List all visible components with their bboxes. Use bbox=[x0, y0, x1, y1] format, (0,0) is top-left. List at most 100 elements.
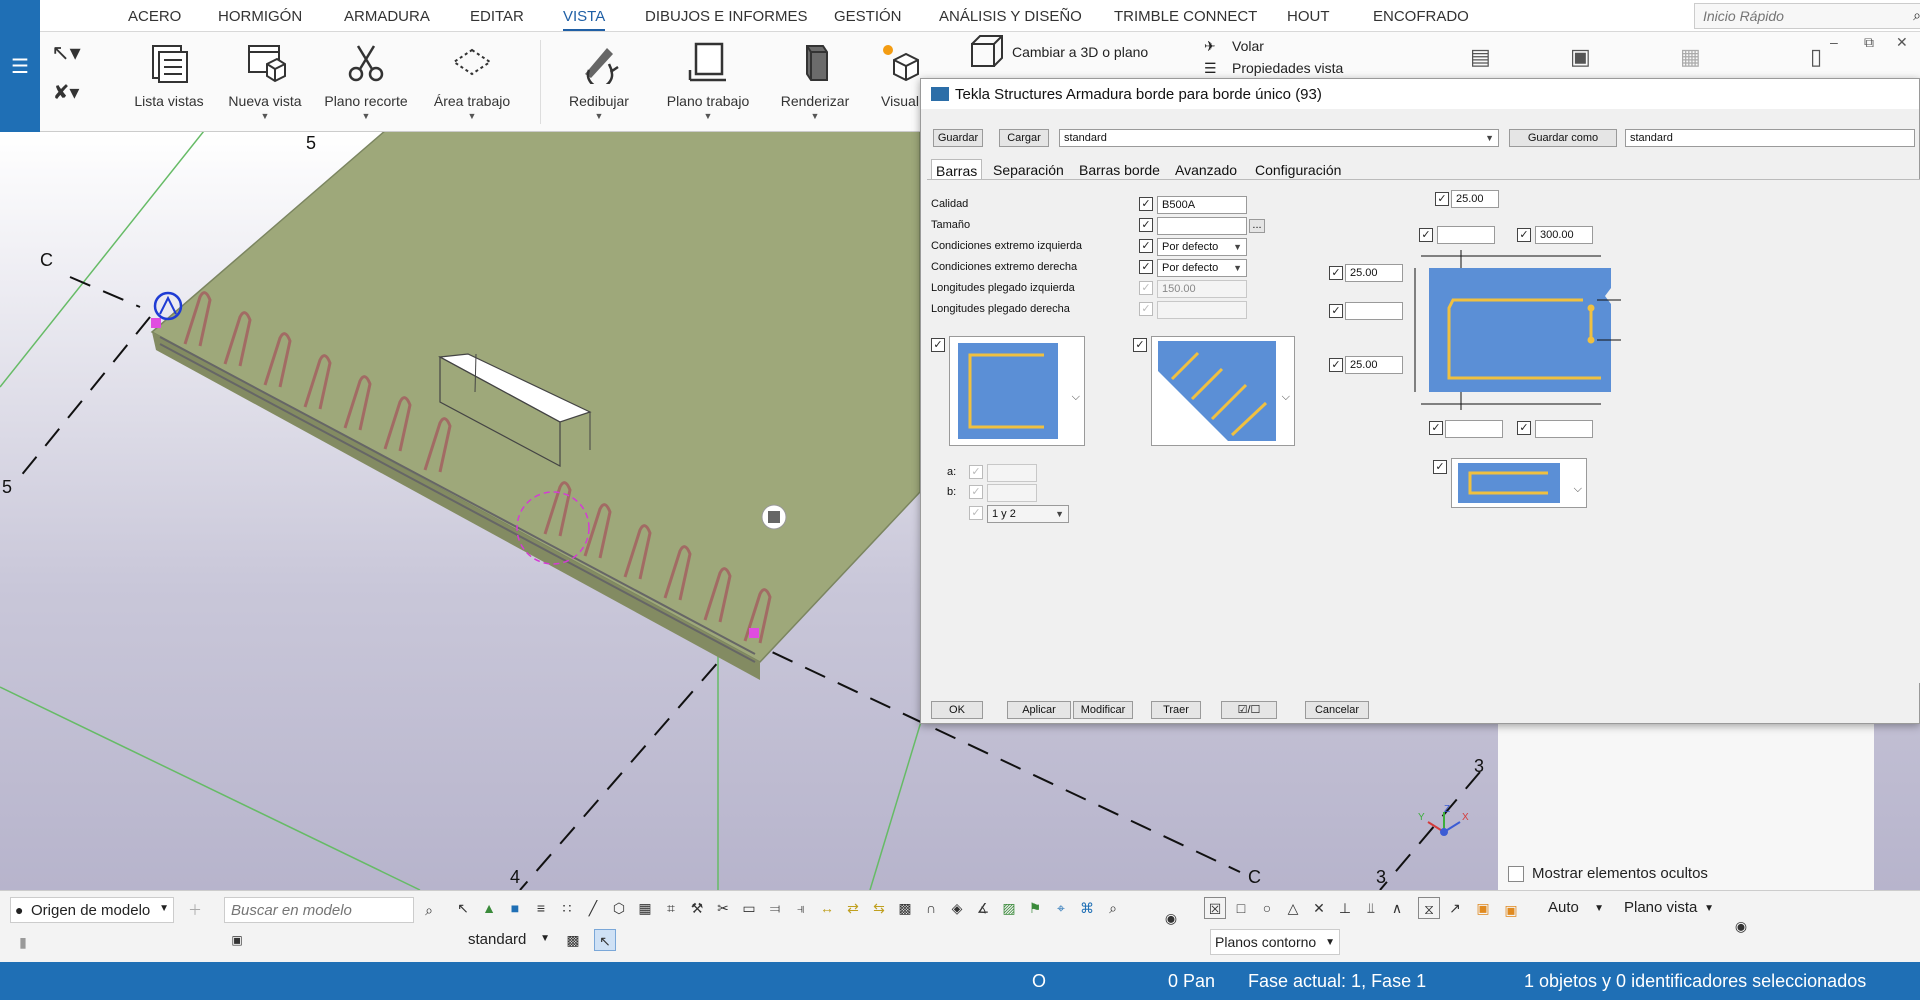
view-properties-button[interactable]: ☰ Propiedades vista bbox=[1204, 60, 1354, 76]
menu-hout[interactable]: HOUT bbox=[1287, 8, 1330, 25]
restore-icon[interactable]: ⧉ bbox=[1864, 34, 1874, 51]
snap-square-icon[interactable]: □ bbox=[1230, 897, 1252, 919]
menu-armadura[interactable]: ARMADURA bbox=[344, 8, 430, 25]
rebar-handle[interactable] bbox=[749, 628, 759, 638]
menu-gestion[interactable]: GESTIÓN bbox=[834, 8, 902, 25]
left-bend-checkbox[interactable]: ✓ bbox=[1139, 281, 1153, 295]
work-area-button[interactable]: Área trabajo ▼ bbox=[424, 40, 520, 121]
menu-encofrado[interactable]: ENCOFRADO bbox=[1373, 8, 1469, 25]
eye-icon[interactable]: ◉ bbox=[1730, 915, 1752, 937]
quick-launch-input[interactable] bbox=[1695, 4, 1895, 28]
dim-lt-input[interactable]: 25.00 bbox=[1345, 264, 1403, 282]
stair-icon[interactable]: ⫣ bbox=[790, 897, 812, 919]
list-views-button[interactable]: Lista vistas bbox=[126, 40, 212, 109]
menu-analisis-diseno[interactable]: ANÁLISIS Y DISEÑO bbox=[939, 8, 1082, 25]
search-icon[interactable]: ⌕ bbox=[1913, 7, 1920, 24]
zoom-icon[interactable]: ⌕ bbox=[1102, 897, 1124, 919]
layers-icon[interactable]: ▦ bbox=[1680, 44, 1701, 70]
link-icon[interactable]: ↔ bbox=[816, 897, 838, 919]
snap-angle-icon[interactable]: ∧ bbox=[1386, 897, 1408, 919]
rebar-handle[interactable] bbox=[151, 318, 161, 328]
dim-lm-checkbox[interactable]: ✓ bbox=[1329, 304, 1343, 318]
right-bend-checkbox[interactable]: ✓ bbox=[1139, 302, 1153, 316]
get-button[interactable]: Traer bbox=[1151, 701, 1201, 719]
shape-left-checkbox[interactable]: ✓ bbox=[931, 338, 945, 352]
size-checkbox[interactable]: ✓ bbox=[1139, 218, 1153, 232]
view-settings-icon[interactable]: ▣ bbox=[1570, 44, 1591, 70]
ok-button[interactable]: OK bbox=[931, 701, 983, 719]
zoom-selected-icon[interactable]: ▣ bbox=[226, 929, 248, 951]
tab-configuracion[interactable]: Configuración bbox=[1251, 159, 1345, 181]
quality-checkbox[interactable]: ✓ bbox=[1139, 197, 1153, 211]
marker-icon[interactable]: ⚑ bbox=[1024, 897, 1046, 919]
dim-lb-checkbox[interactable]: ✓ bbox=[1329, 358, 1343, 372]
ab-mode-select[interactable]: 1 y 2 ▼ bbox=[987, 505, 1069, 523]
render-button[interactable]: Renderizar ▼ bbox=[772, 40, 858, 121]
panel-toggle-icon[interactable]: ▮ bbox=[12, 931, 34, 953]
dim-width-input[interactable]: 300.00 bbox=[1535, 226, 1593, 244]
snap-cross-icon[interactable]: ☒ bbox=[1204, 897, 1226, 919]
show-hidden-checkbox[interactable] bbox=[1508, 866, 1524, 882]
size-browse-button[interactable]: ... bbox=[1249, 219, 1265, 233]
left-end-select[interactable]: Por defecto ▼ bbox=[1157, 238, 1247, 256]
frame-icon[interactable]: ▭ bbox=[738, 897, 760, 919]
menu-dibujos-informes[interactable]: DIBUJOS E INFORMES bbox=[645, 8, 808, 25]
dim-top-input[interactable]: 25.00 bbox=[1451, 190, 1499, 208]
menu-trimble-connect[interactable]: TRIMBLE CONNECT bbox=[1114, 8, 1257, 25]
save-button[interactable]: Guardar bbox=[933, 129, 983, 147]
dots-icon[interactable]: ∷ bbox=[556, 897, 578, 919]
pointer-icon[interactable]: ↖ bbox=[452, 897, 474, 919]
filter-select[interactable]: standard ▼ bbox=[464, 929, 550, 951]
menu-vista[interactable]: VISTA bbox=[563, 8, 606, 31]
menu-acero[interactable]: ACERO bbox=[128, 8, 181, 25]
snap-grid-icon[interactable]: ⌖ bbox=[1050, 897, 1072, 919]
right-end-checkbox[interactable]: ✓ bbox=[1139, 260, 1153, 274]
snap-circle-icon[interactable]: ○ bbox=[1256, 897, 1278, 919]
b-input[interactable] bbox=[987, 484, 1037, 502]
modify-button[interactable]: Modificar bbox=[1073, 701, 1133, 719]
graph-icon[interactable]: ▨ bbox=[998, 897, 1020, 919]
clip-plane-button[interactable]: Plano recorte ▼ bbox=[318, 40, 414, 121]
tab-avanzado[interactable]: Avanzado bbox=[1171, 159, 1241, 181]
contour-planes-select[interactable]: Planos contorno ▼ bbox=[1210, 929, 1340, 955]
dialog-title-bar[interactable]: Tekla Structures Armadura borde para bor… bbox=[921, 79, 1919, 109]
merge-icon[interactable]: ⇆ bbox=[868, 897, 890, 919]
right-bend-input[interactable] bbox=[1157, 301, 1247, 319]
origin-select[interactable]: ● Origen de modelo ▼ bbox=[10, 897, 174, 923]
close-icon[interactable]: ✕ bbox=[1896, 34, 1908, 51]
snap-auto-select[interactable]: Auto ▼ bbox=[1548, 897, 1604, 921]
snap-triangle-icon[interactable]: △ bbox=[1282, 897, 1304, 919]
select-tools[interactable]: ↖▾ ✘▾ bbox=[46, 40, 86, 105]
right-end-select[interactable]: Por defecto ▼ bbox=[1157, 259, 1247, 277]
panel-icon[interactable]: ▯ bbox=[1810, 44, 1822, 70]
snap-arrow-icon[interactable]: ↗ bbox=[1444, 897, 1466, 919]
grid-icon[interactable]: ▦ bbox=[634, 897, 656, 919]
application-menu-button[interactable]: ☰ bbox=[0, 0, 40, 132]
snap-orange-icon[interactable]: ▣ bbox=[1472, 897, 1494, 919]
dim-top-checkbox[interactable]: ✓ bbox=[1435, 192, 1449, 206]
preset-select[interactable]: standard ▼ bbox=[1059, 129, 1499, 147]
bar-shape-checkbox[interactable]: ✓ bbox=[1433, 460, 1447, 474]
measure-icon[interactable]: ∡ bbox=[972, 897, 994, 919]
switch-3d-plan-button[interactable]: Cambiar a 3D o plano bbox=[966, 34, 1196, 67]
align-icon[interactable]: ⫤ bbox=[764, 897, 786, 919]
load-button[interactable]: Cargar bbox=[999, 129, 1049, 147]
toggle-all-button[interactable]: ☑/☐ bbox=[1221, 701, 1277, 719]
dim-lb-input[interactable]: 25.00 bbox=[1345, 356, 1403, 374]
cube-icon[interactable]: ⬡ bbox=[608, 897, 630, 919]
save-as-button[interactable]: Guardar como bbox=[1509, 129, 1617, 147]
snap-hourglass-icon[interactable]: ⧖ bbox=[1418, 897, 1440, 919]
hatch-icon[interactable]: ≡ bbox=[530, 897, 552, 919]
shape-right-checkbox[interactable]: ✓ bbox=[1133, 338, 1147, 352]
select-mode-icon[interactable]: ↖ bbox=[594, 929, 616, 951]
square-icon[interactable]: ■ bbox=[504, 897, 526, 919]
quality-input[interactable]: B500A bbox=[1157, 196, 1247, 214]
report-icon[interactable]: ▤ bbox=[1470, 44, 1491, 70]
layer-icon[interactable]: ◈ bbox=[946, 897, 968, 919]
box-icon[interactable]: ▩ bbox=[894, 897, 916, 919]
tab-barras-borde[interactable]: Barras borde bbox=[1075, 159, 1164, 181]
size-input[interactable] bbox=[1157, 217, 1247, 235]
checkered-icon[interactable]: ▩ bbox=[562, 929, 584, 951]
snap-plane-select[interactable]: Plano vista ▼ bbox=[1624, 897, 1714, 921]
add-icon[interactable]: ＋ bbox=[184, 899, 206, 921]
